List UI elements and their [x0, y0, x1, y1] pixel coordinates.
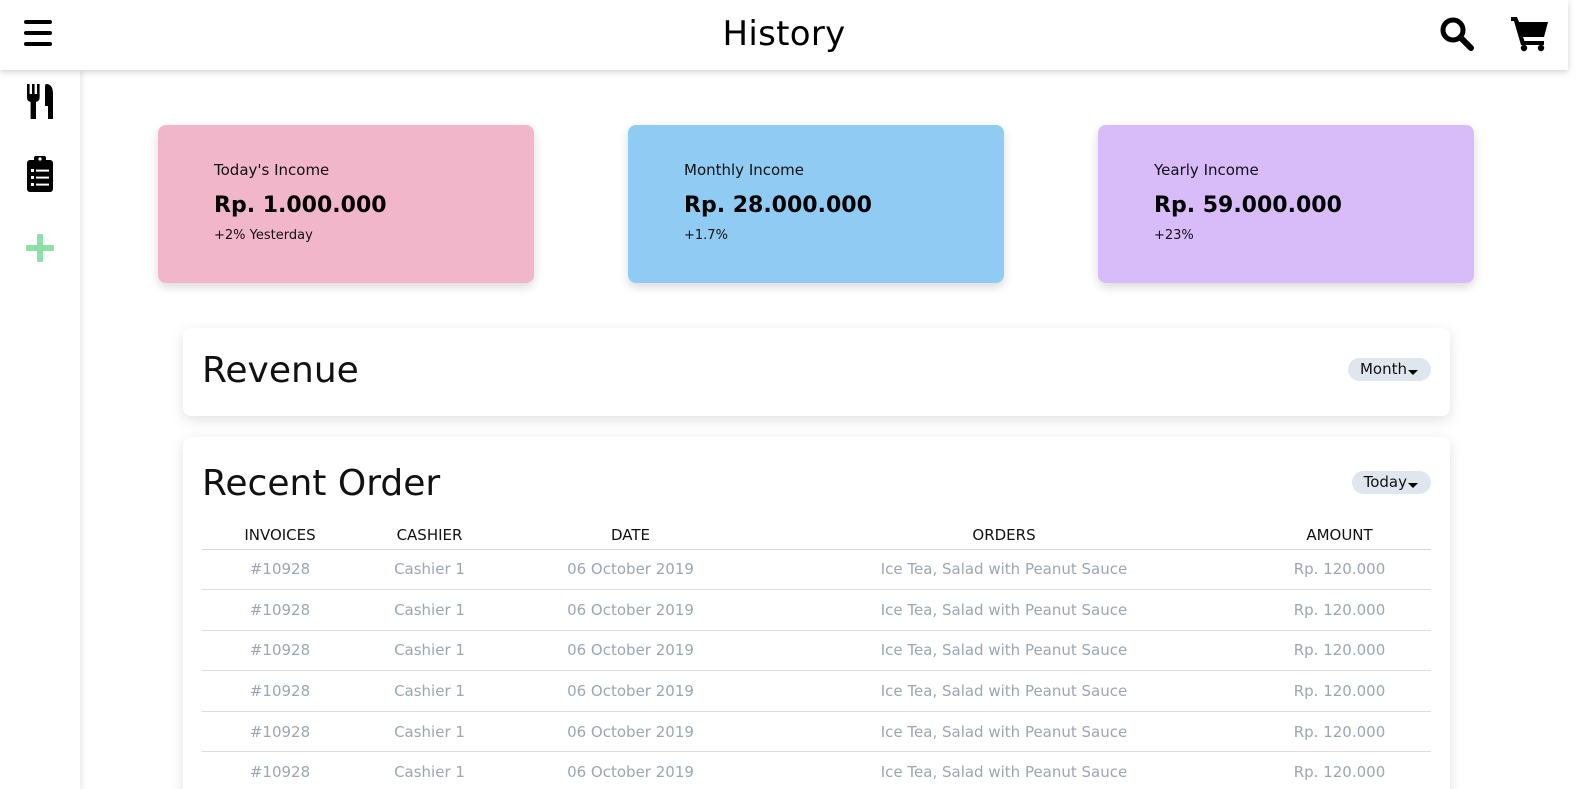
top-bar: History	[0, 0, 1568, 70]
amount-cell: Rp. 120.000	[1248, 589, 1431, 631]
cashier-cell: Cashier 1	[358, 670, 501, 712]
amount-cell: Rp. 120.000	[1248, 549, 1431, 591]
table-row[interactable]: #10928 Cashier 1 06 October 2019 Ice Tea, S…	[202, 670, 1431, 712]
fork-knife-icon[interactable]	[22, 82, 58, 122]
invoice-cell: #10928	[202, 711, 358, 753]
invoice-cell: #10928	[202, 589, 358, 631]
orders-table: INVOICES CASHIER DATE ORDERS AMOUNT #109…	[202, 524, 1431, 789]
orders-cell: Ice Tea, Salad with Peanut Sauce	[760, 711, 1248, 753]
recent-order-title: Recent Order	[202, 463, 441, 504]
dropdown-value: Today	[1363, 473, 1407, 491]
todays-income-card: Today's Income Rp. 1.000.000 +2% Yesterd…	[158, 125, 534, 283]
dropdown-value: Month	[1359, 360, 1407, 378]
card-label: Today's Income	[214, 161, 330, 179]
invoice-cell: #10928	[202, 670, 358, 712]
invoice-cell: #10928	[202, 630, 358, 672]
card-change: +23%	[1154, 228, 1194, 243]
cashier-cell: Cashier 1	[358, 711, 501, 753]
amount-cell: Rp. 120.000	[1248, 751, 1431, 789]
history-page: History Today's Income Rp. 1.000.000 +2%…	[0, 0, 1583, 789]
cashier-cell: Cashier 1	[358, 549, 501, 591]
cashier-cell: Cashier 1	[358, 751, 501, 789]
monthly-income-card: Monthly Income Rp. 28.000.000 +1.7%	[628, 125, 1004, 283]
card-change: +1.7%	[684, 228, 728, 243]
date-cell: 06 October 2019	[501, 751, 760, 789]
orders-cell: Ice Tea, Salad with Peanut Sauce	[760, 630, 1248, 672]
caret-down-icon	[1408, 370, 1418, 375]
invoice-cell: #10928	[202, 549, 358, 591]
cart-icon[interactable]	[1510, 14, 1550, 52]
orders-cell: Ice Tea, Salad with Peanut Sauce	[760, 549, 1248, 591]
table-row[interactable]: #10928 Cashier 1 06 October 2019 Ice Tea, S…	[202, 751, 1431, 789]
plus-icon[interactable]	[22, 228, 58, 268]
table-header-row: INVOICES CASHIER DATE ORDERS AMOUNT	[202, 524, 1431, 550]
column-header-amount: AMOUNT	[1248, 524, 1431, 550]
cashier-cell: Cashier 1	[358, 630, 501, 672]
yearly-income-card: Yearly Income Rp. 59.000.000 +23%	[1098, 125, 1474, 283]
card-value: Rp. 1.000.000	[214, 193, 387, 218]
table-row[interactable]: #10928 Cashier 1 06 October 2019 Ice Tea, S…	[202, 711, 1431, 753]
cashier-cell: Cashier 1	[358, 589, 501, 631]
date-cell: 06 October 2019	[501, 549, 760, 591]
amount-cell: Rp. 120.000	[1248, 670, 1431, 712]
date-cell: 06 October 2019	[501, 670, 760, 712]
column-header-invoices: INVOICES	[202, 524, 358, 550]
recent-order-panel: Recent Order Today INVOICES CASHIER DATE…	[183, 437, 1450, 789]
search-icon[interactable]	[1439, 16, 1475, 52]
order-period-dropdown[interactable]: Today	[1351, 471, 1431, 494]
page-title: History	[722, 14, 846, 54]
orders-cell: Ice Tea, Salad with Peanut Sauce	[760, 589, 1248, 631]
date-cell: 06 October 2019	[501, 589, 760, 631]
clipboard-list-icon[interactable]	[22, 154, 58, 194]
invoice-cell: #10928	[202, 751, 358, 789]
amount-cell: Rp. 120.000	[1248, 630, 1431, 672]
amount-cell: Rp. 120.000	[1248, 711, 1431, 753]
card-change: +2% Yesterday	[214, 228, 313, 243]
revenue-period-dropdown[interactable]: Month	[1347, 358, 1431, 381]
column-header-orders: ORDERS	[760, 524, 1248, 550]
orders-cell: Ice Tea, Salad with Peanut Sauce	[760, 670, 1248, 712]
card-value: Rp. 59.000.000	[1154, 193, 1342, 218]
caret-down-icon	[1408, 483, 1418, 488]
table-row[interactable]: #10928 Cashier 1 06 October 2019 Ice Tea, S…	[202, 589, 1431, 631]
card-label: Monthly Income	[684, 161, 805, 179]
card-value: Rp. 28.000.000	[684, 193, 872, 218]
card-label: Yearly Income	[1154, 161, 1259, 179]
column-header-cashier: CASHIER	[358, 524, 501, 550]
revenue-title: Revenue	[202, 350, 359, 391]
table-row[interactable]: #10928 Cashier 1 06 October 2019 Ice Tea, S…	[202, 630, 1431, 672]
column-header-date: DATE	[501, 524, 760, 550]
table-row[interactable]: #10928 Cashier 1 06 October 2019 Ice Tea, S…	[202, 549, 1431, 591]
revenue-panel: Revenue Month	[183, 328, 1450, 416]
orders-cell: Ice Tea, Salad with Peanut Sauce	[760, 751, 1248, 789]
date-cell: 06 October 2019	[501, 711, 760, 753]
date-cell: 06 October 2019	[501, 630, 760, 672]
table-body: #10928 Cashier 1 06 October 2019 Ice Tea, S…	[202, 549, 1431, 789]
sidebar	[0, 70, 80, 789]
